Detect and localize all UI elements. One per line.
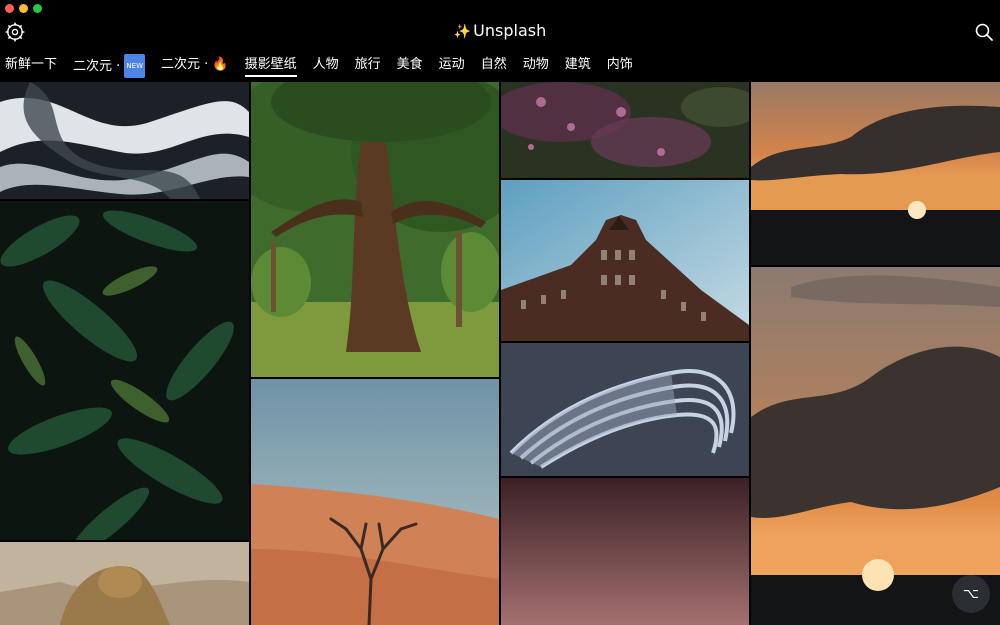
photo-tile-sunset-sea-1[interactable] [751, 82, 1000, 265]
tab-label: 二次元 · [161, 57, 213, 72]
photo-tile-fern-leaves[interactable] [0, 201, 249, 540]
fire-icon: 🔥 [212, 57, 229, 72]
new-badge: NEW [124, 54, 146, 78]
tab-label: 旅行 [354, 57, 381, 72]
tab-label: 美食 [396, 57, 423, 72]
photo-tile-abstract-swirl[interactable] [0, 82, 249, 199]
photo-tile-ornate-building[interactable] [501, 180, 749, 341]
tab-label: 运动 [438, 57, 465, 72]
photo-tile-mauve-gradient[interactable] [501, 478, 749, 625]
zoom-window-button[interactable] [33, 4, 42, 13]
tab-label: 建筑 [564, 57, 591, 72]
tab-sports[interactable]: 运动 [439, 54, 465, 76]
option-key-icon: ⌥ [962, 586, 980, 602]
tab-label: 内饰 [606, 57, 633, 72]
sparkle-icon: ✨ [453, 24, 472, 40]
search-icon [975, 23, 993, 41]
photo-tile-big-tree[interactable] [251, 82, 499, 377]
tab-architecture[interactable]: 建筑 [565, 54, 591, 76]
app-title-text: Unsplash [473, 21, 547, 40]
tab-nature[interactable]: 自然 [481, 54, 507, 76]
option-key-button[interactable]: ⌥ [952, 575, 990, 613]
tab-animals[interactable]: 动物 [523, 54, 549, 76]
tab-travel[interactable]: 旅行 [355, 54, 381, 76]
close-window-button[interactable] [5, 4, 14, 13]
tab-anime-hot[interactable]: 二次元 · 🔥 [161, 54, 229, 76]
category-tabs: 新鲜一下 二次元 · NEW 二次元 · 🔥 摄影壁纸 人物 旅行 美食 运动 … [0, 54, 1000, 82]
photo-tile-pink-blossoms[interactable] [501, 82, 749, 178]
tab-people[interactable]: 人物 [313, 54, 339, 76]
tab-label: 动物 [522, 57, 549, 72]
photo-tile-lion[interactable] [0, 542, 249, 625]
tab-label: 新鲜一下 [5, 57, 58, 72]
tab-photography-wallpaper[interactable]: 摄影壁纸 [244, 54, 297, 77]
tab-label: 摄影壁纸 [244, 57, 297, 72]
title-bar: ✨ Unsplash [0, 0, 1000, 54]
tab-fresh[interactable]: 新鲜一下 [5, 54, 57, 76]
search-button[interactable] [974, 22, 994, 42]
app-title: ✨ Unsplash [0, 20, 1000, 43]
tab-anime-new[interactable]: 二次元 · NEW [73, 54, 146, 78]
tab-label: 自然 [480, 57, 507, 72]
tab-label: 二次元 · [73, 59, 125, 74]
minimize-window-button[interactable] [19, 4, 28, 13]
tab-food[interactable]: 美食 [397, 54, 423, 76]
tab-interior[interactable]: 内饰 [607, 54, 633, 76]
photo-tile-3d-sculpture[interactable] [501, 343, 749, 476]
photo-tile-sunset-sea-2[interactable] [751, 267, 1000, 625]
photo-tile-desert-tree[interactable] [251, 379, 499, 625]
tab-label: 人物 [312, 57, 339, 72]
